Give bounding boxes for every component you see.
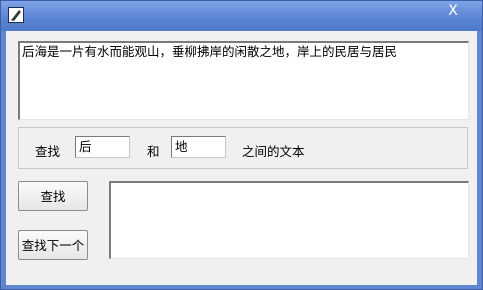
between-text-label: 之间的文本 — [242, 144, 305, 159]
notepad-icon — [8, 7, 24, 23]
start-text-input[interactable]: 后 — [75, 136, 130, 158]
end-text-input[interactable]: 地 — [171, 136, 226, 158]
window-title — [28, 9, 178, 23]
source-textarea[interactable]: 后海是一片有水而能观山，垂柳拂岸的闲散之地，岸上的民居与居民 — [18, 41, 469, 120]
and-label: 和 — [147, 144, 160, 159]
client-area: 后海是一片有水而能观山，垂柳拂岸的闲散之地，岸上的民居与居民 查找 后 和 地 … — [6, 31, 477, 285]
result-textarea[interactable] — [109, 181, 469, 259]
find-label: 查找 — [35, 144, 61, 159]
app-window: X 后海是一片有水而能观山，垂柳拂岸的闲散之地，岸上的民居与居民 查找 后 和 … — [0, 0, 483, 290]
search-criteria-group: 查找 后 和 地 之间的文本 — [18, 127, 468, 169]
title-bar[interactable]: X — [1, 1, 482, 31]
find-button[interactable]: 查找 — [18, 181, 88, 211]
close-button[interactable]: X — [443, 4, 463, 20]
find-next-button[interactable]: 查找下一个 — [18, 230, 88, 260]
